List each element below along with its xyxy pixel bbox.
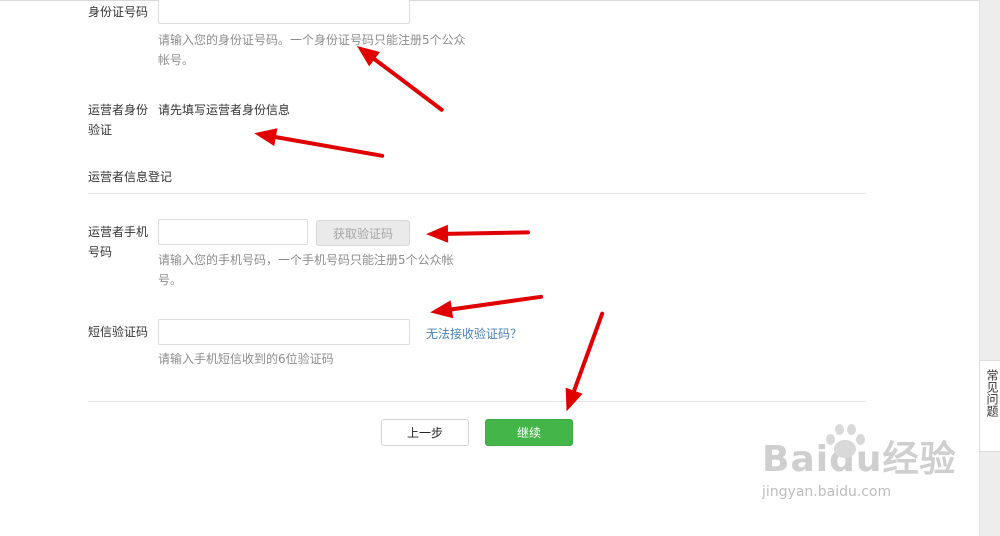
section-divider [88,193,866,194]
id-number-input[interactable] [158,0,410,24]
annotation-arrow-2 [263,133,385,159]
phone-label: 运营者手机号码 [88,225,149,259]
id-number-hint: 请输入您的身份证号码。一个身份证号码只能注册5个公众帐号。 [158,33,466,67]
sms-code-input[interactable] [158,319,410,345]
annotation-arrow-3 [435,230,531,236]
annotation-arrow-4 [439,294,544,313]
get-code-button[interactable]: 获取验证码 [316,220,410,246]
id-number-label: 身份证号码 [88,5,149,19]
prev-step-button[interactable]: 上一步 [381,419,469,446]
annotation-arrow-5 [568,311,605,403]
operator-verify-label: 运营者身份验证 [88,103,149,137]
phone-hint: 请输入您的手机号码，一个手机号码只能注册5个公众帐号。 [158,253,454,287]
paw-logo-icon [822,420,865,460]
baidu-jingyan-watermark: Baidu经验 jingyan.baidu.com [762,424,956,500]
continue-button[interactable]: 继续 [485,419,573,446]
faq-side-tab[interactable]: 常见问题 [979,360,1000,452]
cannot-receive-code-link[interactable]: 无法接收验证码？ [426,325,522,342]
sms-code-hint: 请输入手机短信收到的6位验证码 [158,352,334,366]
operator-info-section-title: 运营者信息登记 [88,170,173,184]
sms-code-label: 短信验证码 [88,325,149,339]
operator-verify-text: 请先填写运营者身份信息 [158,103,291,117]
right-scroll-gutter [979,0,1000,536]
top-border [0,0,980,1]
phone-input[interactable] [158,219,308,245]
watermark-url: jingyan.baidu.com [762,484,892,500]
actions-divider [88,401,866,402]
